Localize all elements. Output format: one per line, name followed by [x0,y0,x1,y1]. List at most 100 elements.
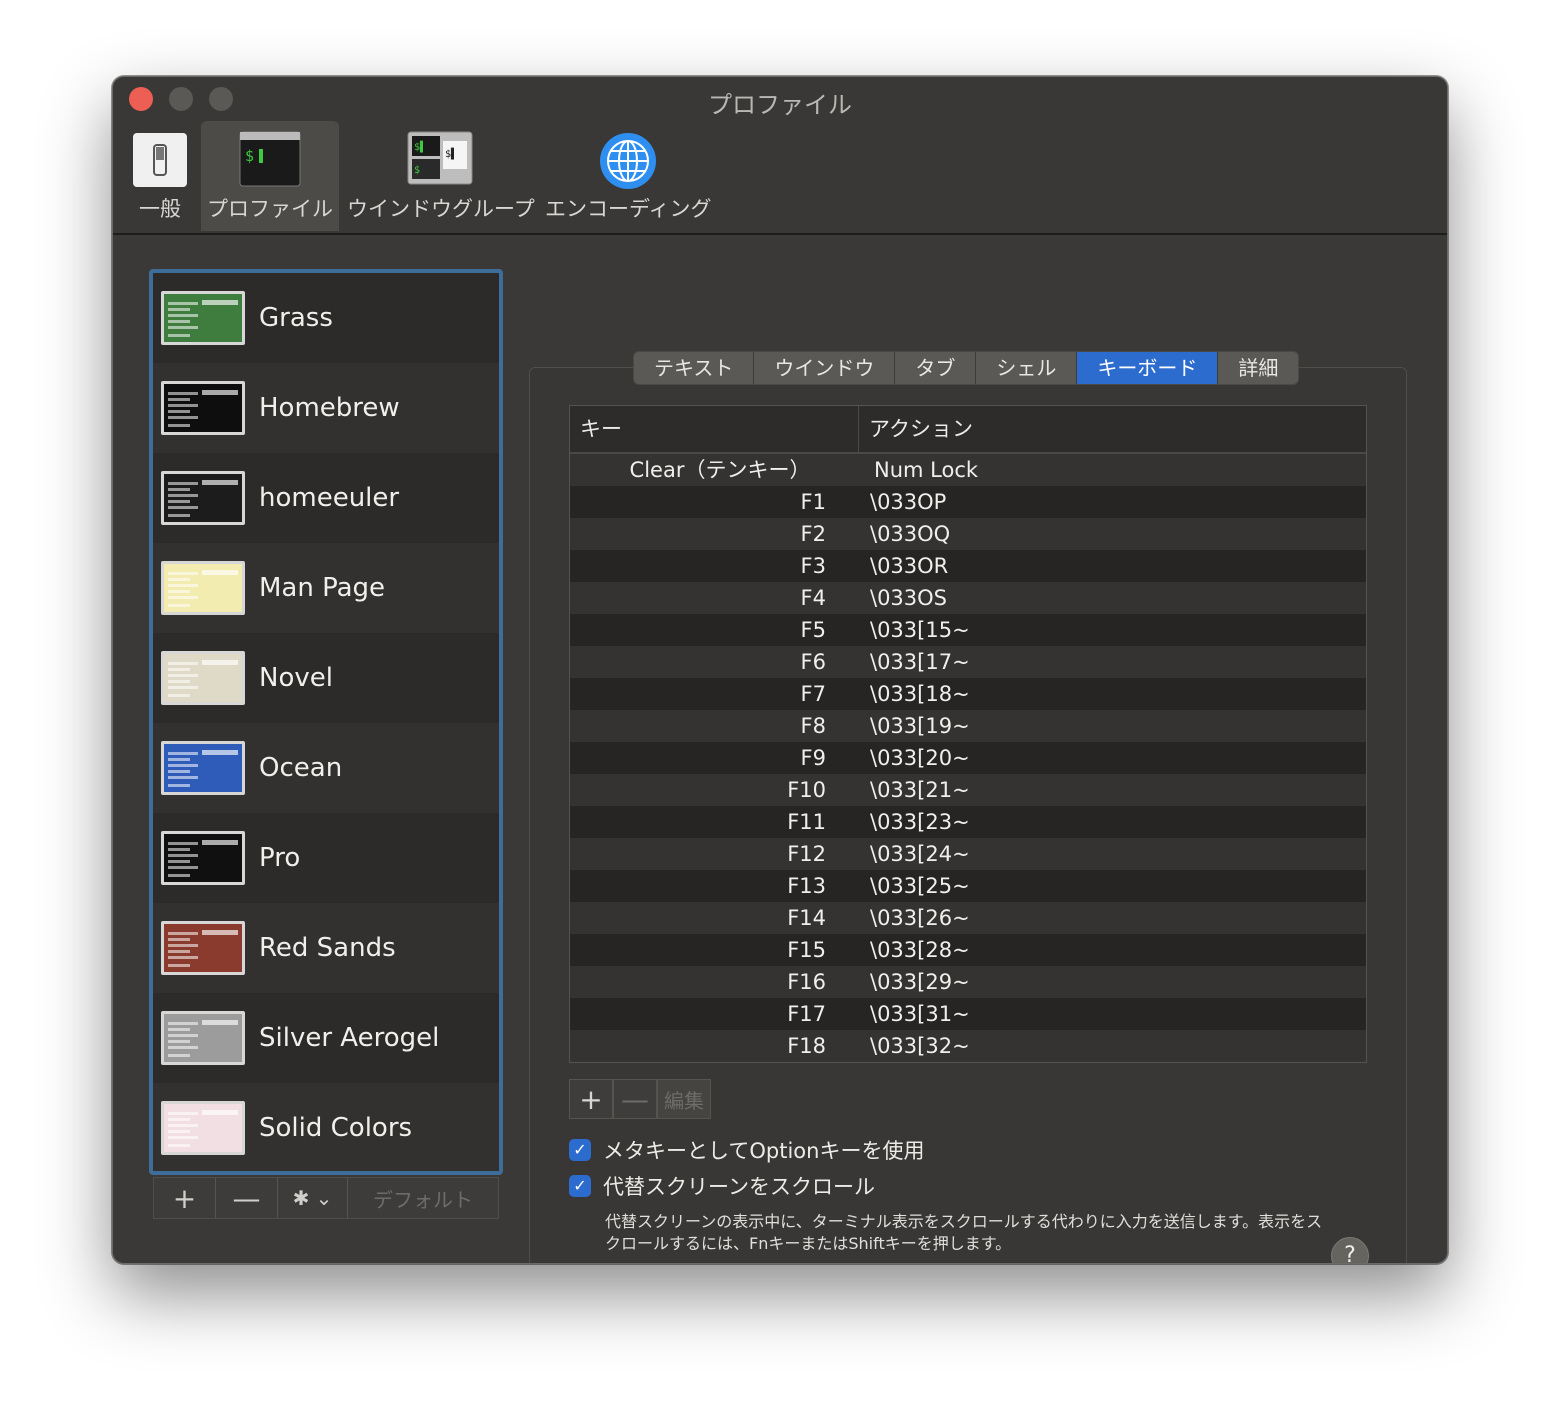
key-cell: F12 [787,842,826,866]
key-cell: F18 [787,1034,826,1058]
table-row[interactable]: F6 \033[17~ [570,646,1366,678]
table-body: Clear（テンキー） Num Lock F1 \033OP F2 \033OQ F3 \03… [570,454,1366,1062]
svg-text:$: $ [414,165,420,176]
remove-profile-button[interactable]: — [216,1178,278,1218]
key-cell: F13 [787,874,826,898]
action-cell: \033[26~ [870,906,970,930]
action-cell: \033[17~ [870,650,970,674]
profile-row[interactable]: Red Sands [153,903,499,993]
svg-text:$: $ [245,147,254,165]
action-cell: \033[25~ [870,874,970,898]
key-cell: F15 [787,938,826,962]
profile-name: Red Sands [259,933,396,963]
table-row[interactable]: F12 \033[24~ [570,838,1366,870]
key-cell: F6 [800,650,826,674]
option-as-meta-label: メタキーとしてOptionキーを使用 [603,1139,925,1163]
option-as-meta-checkbox[interactable]: ✓ メタキーとしてOptionキーを使用 [569,1135,924,1165]
toolbar-label-general: 一般 [139,197,181,221]
tab-4[interactable]: キーボード [1077,352,1219,384]
profile-name: Grass [259,303,333,333]
profile-row[interactable]: Man Page [153,543,499,633]
table-row[interactable]: F4 \033OS [570,582,1366,614]
action-cell: \033[18~ [870,682,970,706]
profile-thumbnail [161,651,245,705]
edit-key-button[interactable]: 編集 [657,1079,711,1119]
profile-name: Man Page [259,573,386,603]
scroll-alternate-description: 代替スクリーンの表示中に、ターミナル表示をスクロールする代わりに入力を送信します… [605,1212,1323,1253]
scroll-alternate-checkbox[interactable]: ✓ 代替スクリーンをスクロール [569,1171,875,1201]
table-row[interactable]: F2 \033OQ [570,518,1366,550]
action-cell: \033OS [870,586,948,610]
terminal-icon: $ [239,131,301,192]
toolbar-item-general[interactable]: 一般 [127,121,193,231]
tab-3[interactable]: シェル [976,352,1078,384]
gear-menu-button[interactable]: ✱ ⌄ [278,1178,348,1218]
table-row[interactable]: F1 \033OP [570,486,1366,518]
table-row[interactable]: F17 \033[31~ [570,998,1366,1030]
profile-thumbnail [161,291,245,345]
table-row[interactable]: F9 \033[20~ [570,742,1366,774]
profile-row[interactable]: Novel [153,633,499,723]
table-row[interactable]: F13 \033[25~ [570,870,1366,902]
key-cell: F2 [800,522,826,546]
window-group-icon: $▌ $ $▌ [407,131,473,190]
toolbar-label-encodings: エンコーディング [545,197,712,221]
key-cell: F3 [800,554,826,578]
column-header-key[interactable]: キー [570,406,859,452]
key-cell: Clear（テンキー） [629,458,811,482]
key-mapping-table[interactable]: キー アクション Clear（テンキー） Num Lock F1 \033OP F2 \0… [569,405,1367,1063]
action-cell: \033OQ [870,522,951,546]
preferences-window: プロファイル 一般 $ プロファイル $▌ $ $▌ ウインドウグループ エンコーデ… [112,76,1448,1264]
key-cell: F4 [800,586,826,610]
profile-row[interactable]: Silver Aerogel [153,993,499,1083]
switch-icon [131,131,189,194]
table-row[interactable]: F11 \033[23~ [570,806,1366,838]
toolbar-item-window-groups[interactable]: $▌ $ $▌ ウインドウグループ [347,121,535,231]
tab-1[interactable]: ウインドウ [754,352,896,384]
action-cell: \033[15~ [870,618,970,642]
add-profile-button[interactable]: + [154,1178,216,1218]
key-cell: F1 [800,490,826,514]
add-key-button[interactable]: + [569,1079,613,1119]
table-row[interactable]: F16 \033[29~ [570,966,1366,998]
globe-icon [598,131,658,196]
profile-name: Solid Colors [259,1113,413,1143]
profile-thumbnail [161,921,245,975]
profile-row[interactable]: homeeuler [153,453,499,543]
tab-2[interactable]: タブ [895,352,977,384]
toolbar-item-encodings[interactable]: エンコーディング [545,121,712,231]
toolbar-label-window-groups: ウインドウグループ [347,197,535,221]
profile-list[interactable]: Grass Homebrew homeeuler Man Page Novel Ocean… [149,269,503,1175]
action-cell: \033[24~ [870,842,970,866]
default-button[interactable]: デフォルト [348,1178,498,1218]
profile-row[interactable]: Homebrew [153,363,499,453]
table-row[interactable]: F14 \033[26~ [570,902,1366,934]
tab-0[interactable]: テキスト [634,352,755,384]
toolbar-item-profiles[interactable]: $ プロファイル [201,121,339,231]
svg-text:$▌: $▌ [414,140,426,153]
profile-row[interactable]: Solid Colors [153,1083,499,1171]
profile-row[interactable]: Pro [153,813,499,903]
action-cell: \033[31~ [870,1002,970,1026]
profile-row[interactable]: Grass [153,273,499,363]
action-cell: \033[28~ [870,938,970,962]
profile-name: homeeuler [259,483,400,513]
table-row[interactable]: F15 \033[28~ [570,934,1366,966]
action-cell: \033OR [870,554,949,578]
profile-name: Silver Aerogel [259,1023,440,1053]
table-row[interactable]: F7 \033[18~ [570,678,1366,710]
table-row[interactable]: Clear（テンキー） Num Lock [570,454,1366,486]
profile-row[interactable]: Ocean [153,723,499,813]
table-row[interactable]: F18 \033[32~ [570,1030,1366,1062]
profile-name: Homebrew [259,393,400,423]
table-row[interactable]: F8 \033[19~ [570,710,1366,742]
column-header-action[interactable]: アクション [859,406,973,452]
remove-key-button[interactable]: — [613,1079,657,1119]
table-row[interactable]: F3 \033OR [570,550,1366,582]
table-row[interactable]: F5 \033[15~ [570,614,1366,646]
tab-5[interactable]: 詳細 [1218,352,1298,384]
window-title: プロファイル [708,91,852,119]
settings-tabs: テキスト ウインドウ タブ シェル キーボード 詳細 [633,351,1300,385]
table-row[interactable]: F10 \033[21~ [570,774,1366,806]
key-cell: F16 [787,970,826,994]
